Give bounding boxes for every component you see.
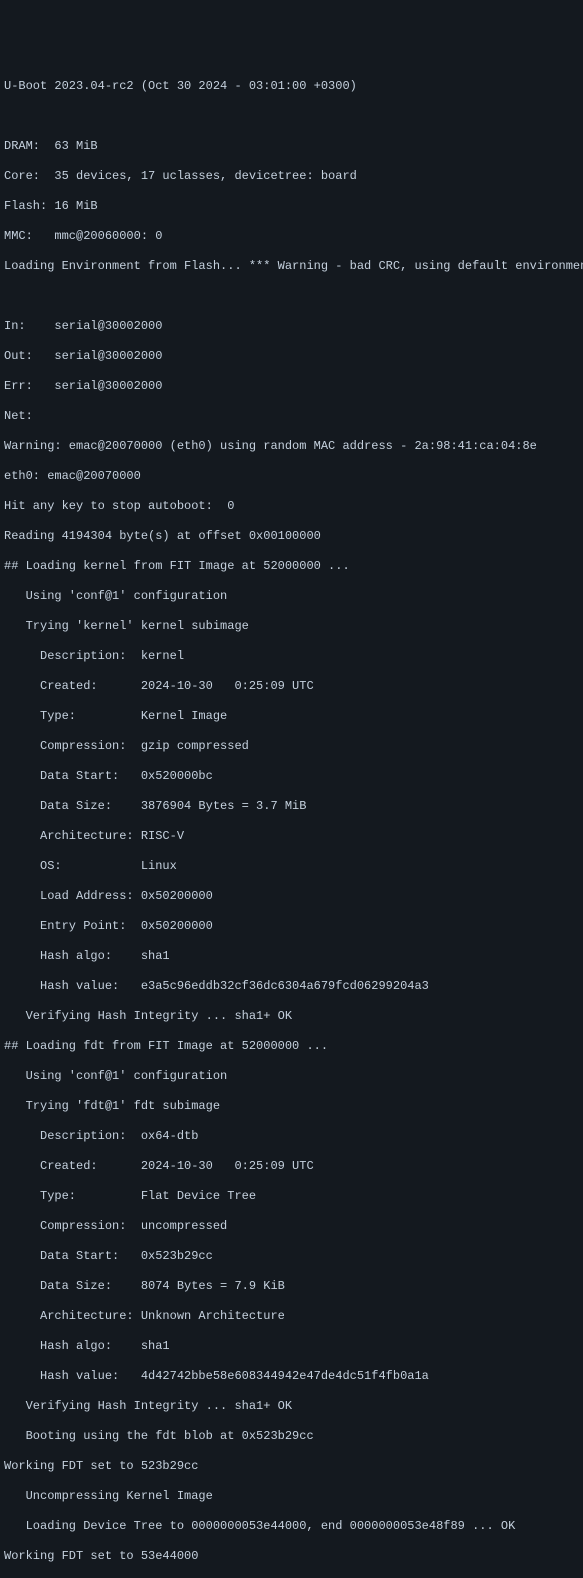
loading-kernel-header: ## Loading kernel from FIT Image at 5200… bbox=[4, 559, 579, 574]
kernel-load-address: Load Address: 0x50200000 bbox=[4, 889, 579, 904]
kernel-data-start: Data Start: 0x520000bc bbox=[4, 769, 579, 784]
serial-out: Out: serial@30002000 bbox=[4, 349, 579, 364]
trying-fdt: Trying 'fdt@1' fdt subimage bbox=[4, 1099, 579, 1114]
verify-hash-fdt: Verifying Hash Integrity ... sha1+ OK bbox=[4, 1399, 579, 1414]
reading-bytes: Reading 4194304 byte(s) at offset 0x0010… bbox=[4, 529, 579, 544]
kernel-hash-algo: Hash algo: sha1 bbox=[4, 949, 579, 964]
eth-info: eth0: emac@20070000 bbox=[4, 469, 579, 484]
fdt-architecture: Architecture: Unknown Architecture bbox=[4, 1309, 579, 1324]
kernel-architecture: Architecture: RISC-V bbox=[4, 829, 579, 844]
conf-line: Using 'conf@1' configuration bbox=[4, 1069, 579, 1084]
verify-hash-kernel: Verifying Hash Integrity ... sha1+ OK bbox=[4, 1009, 579, 1024]
kernel-hash-value: Hash value: e3a5c96eddb32cf36dc6304a679f… bbox=[4, 979, 579, 994]
kernel-entry-point: Entry Point: 0x50200000 bbox=[4, 919, 579, 934]
loading-fdt-header: ## Loading fdt from FIT Image at 5200000… bbox=[4, 1039, 579, 1054]
kernel-data-size: Data Size: 3876904 Bytes = 3.7 MiB bbox=[4, 799, 579, 814]
net-info: Net: bbox=[4, 409, 579, 424]
trying-kernel: Trying 'kernel' kernel subimage bbox=[4, 619, 579, 634]
core-info: Core: 35 devices, 17 uclasses, devicetre… bbox=[4, 169, 579, 184]
fdt-hash-value: Hash value: 4d42742bbe58e608344942e47de4… bbox=[4, 1369, 579, 1384]
fdt-created: Created: 2024-10-30 0:25:09 UTC bbox=[4, 1159, 579, 1174]
fdt-hash-algo: Hash algo: sha1 bbox=[4, 1339, 579, 1354]
loading-device-tree: Loading Device Tree to 0000000053e44000,… bbox=[4, 1519, 579, 1534]
flash-info: Flash: 16 MiB bbox=[4, 199, 579, 214]
uncompressing: Uncompressing Kernel Image bbox=[4, 1489, 579, 1504]
kernel-created: Created: 2024-10-30 0:25:09 UTC bbox=[4, 679, 579, 694]
mac-warning: Warning: emac@20070000 (eth0) using rand… bbox=[4, 439, 579, 454]
fdt-compression: Compression: uncompressed bbox=[4, 1219, 579, 1234]
booting-fdt: Booting using the fdt blob at 0x523b29cc bbox=[4, 1429, 579, 1444]
terminal-output: U-Boot 2023.04-rc2 (Oct 30 2024 - 03:01:… bbox=[4, 64, 579, 845]
working-fdt-2: Working FDT set to 53e44000 bbox=[4, 1549, 579, 1564]
conf-line: Using 'conf@1' configuration bbox=[4, 589, 579, 604]
kernel-compression: Compression: gzip compressed bbox=[4, 739, 579, 754]
fdt-data-start: Data Start: 0x523b29cc bbox=[4, 1249, 579, 1264]
fdt-type: Type: Flat Device Tree bbox=[4, 1189, 579, 1204]
kernel-description: Description: kernel bbox=[4, 649, 579, 664]
autoboot-prompt: Hit any key to stop autoboot: 0 bbox=[4, 499, 579, 514]
fdt-description: Description: ox64-dtb bbox=[4, 1129, 579, 1144]
serial-in: In: serial@30002000 bbox=[4, 319, 579, 334]
dram-info: DRAM: 63 MiB bbox=[4, 139, 579, 154]
kernel-type: Type: Kernel Image bbox=[4, 709, 579, 724]
fdt-data-size: Data Size: 8074 Bytes = 7.9 KiB bbox=[4, 1279, 579, 1294]
env-warning: Loading Environment from Flash... *** Wa… bbox=[4, 259, 579, 274]
mmc-info: MMC: mmc@20060000: 0 bbox=[4, 229, 579, 244]
serial-err: Err: serial@30002000 bbox=[4, 379, 579, 394]
uboot-header: U-Boot 2023.04-rc2 (Oct 30 2024 - 03:01:… bbox=[4, 79, 579, 94]
blank-line bbox=[4, 289, 579, 304]
blank-line bbox=[4, 109, 579, 124]
kernel-os: OS: Linux bbox=[4, 859, 579, 874]
working-fdt-1: Working FDT set to 523b29cc bbox=[4, 1459, 579, 1474]
